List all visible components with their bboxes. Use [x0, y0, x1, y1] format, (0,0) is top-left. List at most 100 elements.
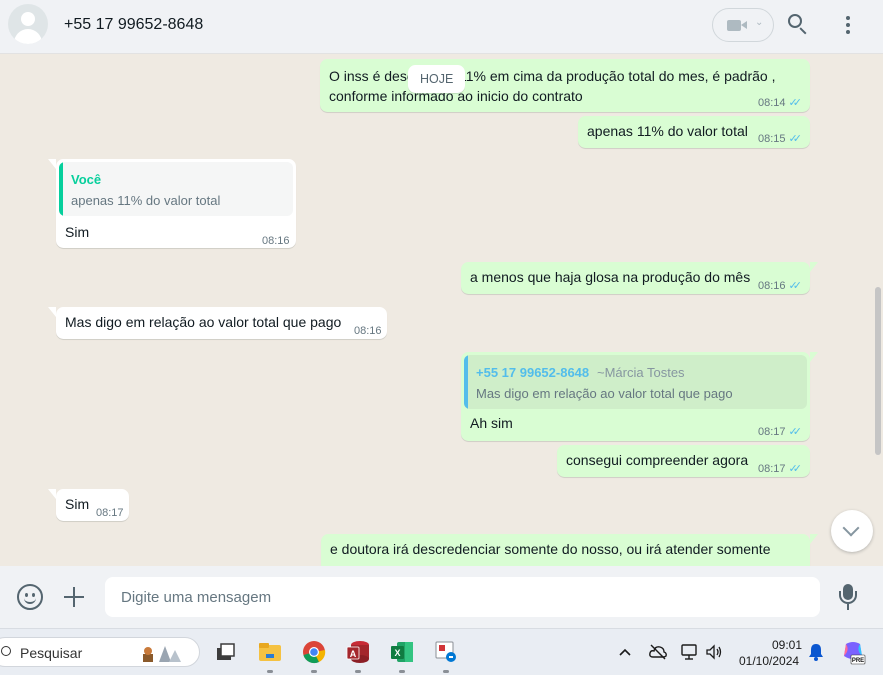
message-bubble-out[interactable]: O inss é desc 11% em cima da produção to… — [320, 59, 810, 112]
emoji-icon-mouth — [24, 597, 36, 604]
message-meta: 08:17 ✓✓ — [758, 423, 803, 442]
excel-icon[interactable]: X — [389, 639, 415, 665]
message-text: Mas digo em relação ao valor total que p… — [65, 314, 342, 330]
svg-text:X: X — [394, 648, 400, 658]
video-call-button[interactable]: ⌄ — [712, 8, 774, 42]
message-text: Ah sim — [470, 415, 513, 431]
search-icon — [788, 14, 802, 28]
bubble-tail — [810, 534, 818, 544]
message-time: 08:15 — [758, 133, 786, 145]
message-bubble-in[interactable]: Mas digo em relação ao valor total que p… — [56, 307, 387, 339]
video-call-icon — [727, 20, 747, 31]
message-text: O inss é desc — [329, 68, 414, 84]
avatar-head — [21, 12, 35, 26]
quote-text: apenas 11% do valor total — [71, 193, 221, 208]
read-receipt-icon: ✓✓ — [788, 426, 803, 438]
microphone-icon[interactable] — [838, 584, 858, 612]
clock-date[interactable]: 01/10/2024 — [739, 654, 799, 668]
avatar[interactable] — [8, 4, 48, 44]
search-icon — [1, 646, 11, 656]
message-bubble-in[interactable]: Sim 08:17 — [56, 489, 129, 521]
message-meta: 08:14 ✓✓ — [758, 94, 803, 113]
message-time: 08:17 — [96, 507, 124, 519]
message-meta: 08:17 ✓✓ — [758, 460, 803, 479]
quote-text: Mas digo em relação ao valor total que p… — [476, 386, 733, 401]
message-time: 08:17 — [758, 463, 786, 475]
quote-alias: ~Márcia Tostes — [597, 365, 685, 380]
volume-icon[interactable] — [704, 642, 724, 662]
mic-arc — [839, 591, 857, 604]
menu-icon — [846, 16, 850, 20]
message-text: a menos que haja glosa na produção do mê… — [470, 269, 751, 285]
chat-header: +55 17 99652-8648 ⌄ — [0, 0, 883, 54]
cloud-offline-icon[interactable] — [648, 642, 668, 662]
read-receipt-icon: ✓✓ — [788, 280, 803, 292]
notification-bell-icon[interactable] — [807, 642, 825, 662]
message-meta: 08:16 ✓✓ — [758, 277, 803, 296]
message-time: 08:16 — [758, 280, 786, 292]
attach-plus-icon[interactable] — [64, 587, 84, 607]
quote-bar — [464, 355, 468, 409]
quoted-message[interactable]: +55 17 99652-8648 ~Márcia Tostes Mas dig… — [464, 355, 807, 409]
date-divider: HOJE — [408, 65, 466, 93]
menu-icon-dot — [846, 30, 850, 34]
read-receipt-icon: ✓✓ — [788, 133, 803, 145]
message-bubble-out[interactable]: consegui compreender agora 08:17 ✓✓ — [557, 445, 810, 477]
app-running-indicator — [267, 670, 273, 673]
chat-scrollbar[interactable] — [875, 287, 881, 455]
clock-time[interactable]: 09:01 — [772, 638, 802, 652]
message-bubble-out[interactable]: a menos que haja glosa na produção do mê… — [461, 262, 810, 294]
quoted-message[interactable]: Você apenas 11% do valor total — [59, 162, 293, 216]
message-text: consegui compreender agora — [566, 452, 749, 468]
message-input[interactable] — [105, 577, 820, 617]
app-running-indicator — [443, 670, 449, 673]
message-bubble-in[interactable]: Você apenas 11% do valor total Sim 08:16 — [56, 159, 296, 248]
bubble-tail — [48, 489, 56, 499]
message-list[interactable]: O inss é desc 11% em cima da produção to… — [0, 55, 883, 566]
network-icon[interactable] — [680, 642, 700, 662]
taskbar-search-box[interactable]: Pesquisar — [0, 637, 200, 667]
bubble-tail — [810, 262, 818, 272]
chevron-up-icon[interactable] — [615, 642, 635, 662]
file-explorer-icon[interactable] — [257, 639, 283, 665]
message-bubble-out[interactable]: apenas 11% do valor total 08:15 ✓✓ — [578, 116, 810, 148]
message-composer — [0, 566, 883, 628]
scroll-to-bottom-button[interactable] — [831, 510, 873, 552]
search-button[interactable] — [784, 11, 812, 39]
menu-button[interactable] — [834, 11, 862, 39]
chrome-icon[interactable] — [301, 639, 327, 665]
mic-stem — [847, 604, 849, 610]
quote-bar — [59, 162, 63, 216]
emoji-icon[interactable] — [17, 584, 43, 610]
taskbar-search-label: Pesquisar — [20, 645, 83, 661]
app-running-indicator — [311, 670, 317, 673]
chevron-down-icon: ⌄ — [755, 17, 764, 28]
message-text: apenas 11% do valor total — [587, 123, 748, 139]
message-time: 08:16 — [262, 235, 290, 247]
snipping-tool-icon[interactable] — [433, 639, 459, 665]
bubble-tail — [810, 352, 818, 362]
search-icon-handle — [799, 27, 807, 35]
quote-author: Você — [71, 172, 102, 187]
message-time: 08:16 — [354, 325, 382, 337]
windows-taskbar: Pesquisar A X 09:01 01/10/2024 PRE — [0, 628, 883, 675]
message-text: Sim — [65, 496, 90, 512]
avatar-body — [14, 29, 42, 44]
svg-text:A: A — [350, 649, 357, 659]
message-bubble-out[interactable]: e doutora irá descredenciar somente do n… — [321, 534, 810, 566]
contact-name[interactable]: +55 17 99652-8648 — [64, 16, 203, 34]
task-view-icon[interactable] — [212, 639, 238, 665]
copilot-badge: PRE — [852, 658, 864, 664]
read-receipt-icon: ✓✓ — [788, 463, 803, 475]
access-icon[interactable]: A — [345, 639, 371, 665]
app-running-indicator — [399, 670, 405, 673]
quote-author: +55 17 99652-8648 — [476, 365, 590, 380]
read-receipt-icon: ✓✓ — [788, 97, 803, 109]
message-bubble-out[interactable]: +55 17 99652-8648 ~Márcia Tostes Mas dig… — [461, 352, 810, 441]
message-time: 08:14 — [758, 97, 786, 109]
message-text: Sim — [65, 224, 90, 240]
copilot-icon[interactable]: PRE — [840, 640, 866, 666]
bubble-tail — [48, 307, 56, 317]
app-running-indicator — [355, 670, 361, 673]
message-text: 11% em cima da produção total do mes, é … — [459, 68, 776, 84]
